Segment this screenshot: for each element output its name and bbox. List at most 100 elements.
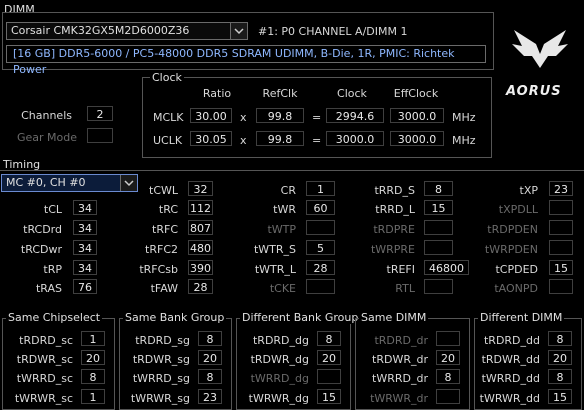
turnaround-value: 20 [317,350,341,365]
turnaround-value [436,389,460,404]
turnaround-value: 8 [198,331,222,346]
tCL-label: tCL [43,203,62,216]
tXPDLL-label: tXPDLL [498,203,538,216]
tCPDED-value: 15 [549,260,573,275]
turnaround-value: 20 [548,350,572,365]
tWTP-value [306,220,335,235]
turnaround-label: tRDWR_dg [250,353,309,366]
tRP-value: 34 [73,260,97,275]
tRCDrd-label: tRCDrd [23,223,62,236]
channels-label: Channels [21,109,72,122]
uclk-refclk: 99.8 [256,131,304,146]
tFAW-label: tFAW [150,282,178,295]
turnaround-label: tWRWR_dd [479,392,540,405]
tWRPRE-value [424,240,453,255]
mclk-unit: MHz [452,111,476,124]
tRCDwr-value: 34 [73,240,97,255]
CR-label: CR [280,184,296,197]
uclk-times: x [240,134,247,147]
gear-mode-value [87,128,113,143]
turnaround-group-title: Same DIMM [359,311,429,324]
tWRPRE-label: tWRPRE [370,243,415,256]
turnaround-value: 8 [548,331,572,346]
mclk-clock: 2994.6 [326,108,384,123]
chevron-down-icon[interactable] [230,23,247,39]
turnaround-group-title: Different DIMM [478,311,565,324]
tREFI-label: tREFI [386,263,415,276]
tRRD_S-value: 8 [424,181,453,196]
tWR-label: tWR [273,203,296,216]
turnaround-group-title: Same Bank Group [123,311,227,324]
tCKE-label: tCKE [269,282,296,295]
tAONPD-value [549,279,573,294]
tRFCsb-label: tRFCsb [139,263,178,276]
turnaround-value [436,331,460,346]
turnaround-label: tRDRD_dd [483,334,540,347]
tWTR_L-value: 28 [306,260,335,275]
tRRD_S-label: tRRD_S [374,184,415,197]
turnaround-label: tRDRD_sg [135,334,190,347]
turnaround-value: 20 [198,350,222,365]
turnaround-label: tWRRD_sg [132,372,190,385]
dimm-module-value: Corsair CMK32GX5M2D6000Z36 [11,24,190,37]
uclk-effclock: 3000.0 [390,131,444,146]
turnaround-group-title: Same Chipselect [6,311,103,324]
turnaround-label: tRDWR_dd [481,353,540,366]
tRDPDEN-label: tRDPDEN [487,223,538,236]
tCL-value: 34 [73,200,97,215]
timing-channel-value: MC #0, CH #0 [6,176,86,189]
tRRD_L-value: 15 [424,200,453,215]
turnaround-group-title: Different Bank Group [240,311,361,324]
tRC-value: 112 [188,200,213,215]
turnaround-label: tWRRD_dg [250,372,309,385]
uclk-clock: 3000.0 [326,131,384,146]
tRCDwr-label: tRCDwr [20,243,62,256]
turnaround-label: tRDRD_dr [374,334,428,347]
tRFCsb-value: 390 [188,260,213,275]
turnaround-label: tWRWR_sc [14,392,73,405]
tFAW-value: 28 [188,279,213,294]
turnaround-label: tWRRD_dd [481,372,540,385]
tRC-label: tRC [158,203,178,216]
mclk-label: MCLK [153,111,184,124]
tWTR_S-value: 5 [306,240,335,255]
tRDPRE-value [424,220,453,235]
uclk-equals: = [312,134,322,147]
mclk-equals: = [312,111,322,124]
turnaround-value: 8 [436,369,460,384]
tRP-label: tRP [43,263,62,276]
mclk-refclk: 99.8 [256,108,304,123]
turnaround-value: 8 [81,369,105,384]
turnaround-value: 8 [317,331,341,346]
turnaround-label: tRDWR_sg [132,353,190,366]
tREFI-value: 46800 [424,260,469,275]
timing-channel-select[interactable]: MC #0, CH #0 [1,174,138,192]
clock-header-effclock: EffClock [393,87,439,100]
dimm-slot-label: #1: P0 CHANNEL A/DIMM 1 [258,25,408,38]
dimm-info-box: [16 GB] DDR5-6000 / PC5-48000 DDR5 SDRAM… [6,45,486,76]
uclk-label: UCLK [153,134,183,147]
turnaround-label: tWRWR_dr [370,392,428,405]
tRDPRE-label: tRDPRE [373,223,415,236]
turnaround-value: 8 [198,369,222,384]
tRFC-value: 807 [188,220,213,235]
RTL-value [424,279,453,294]
tWR-value: 60 [306,200,335,215]
tCWL-value: 32 [188,181,213,196]
tCWL-label: tCWL [149,184,178,197]
tRFC2-value: 480 [188,240,213,255]
tWRPDEN-label: tWRPDEN [484,243,538,256]
turnaround-value: 8 [548,369,572,384]
turnaround-label: tRDRD_sc [19,334,73,347]
tRDPDEN-value [549,220,573,235]
turnaround-value: 20 [436,350,460,365]
turnaround-label: tWRRD_sc [16,372,73,385]
tRAS-value: 76 [73,279,97,294]
dimm-module-select[interactable]: Corsair CMK32GX5M2D6000Z36 [6,22,248,40]
turnaround-value: 20 [81,350,105,365]
turnaround-label: tWRWR_dg [248,392,309,405]
gear-mode-label: Gear Mode [16,131,77,144]
clock-header-clock: Clock [337,87,367,100]
tWTR_L-label: tWTR_L [254,263,296,276]
timing-divider [0,170,584,171]
